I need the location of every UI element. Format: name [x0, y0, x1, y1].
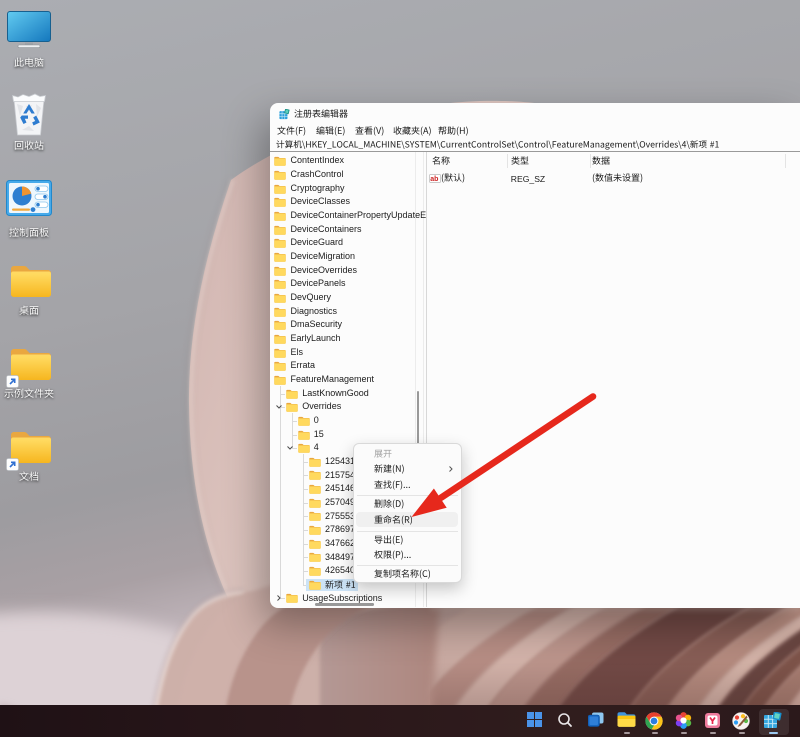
svg-text:ab: ab: [430, 175, 438, 182]
